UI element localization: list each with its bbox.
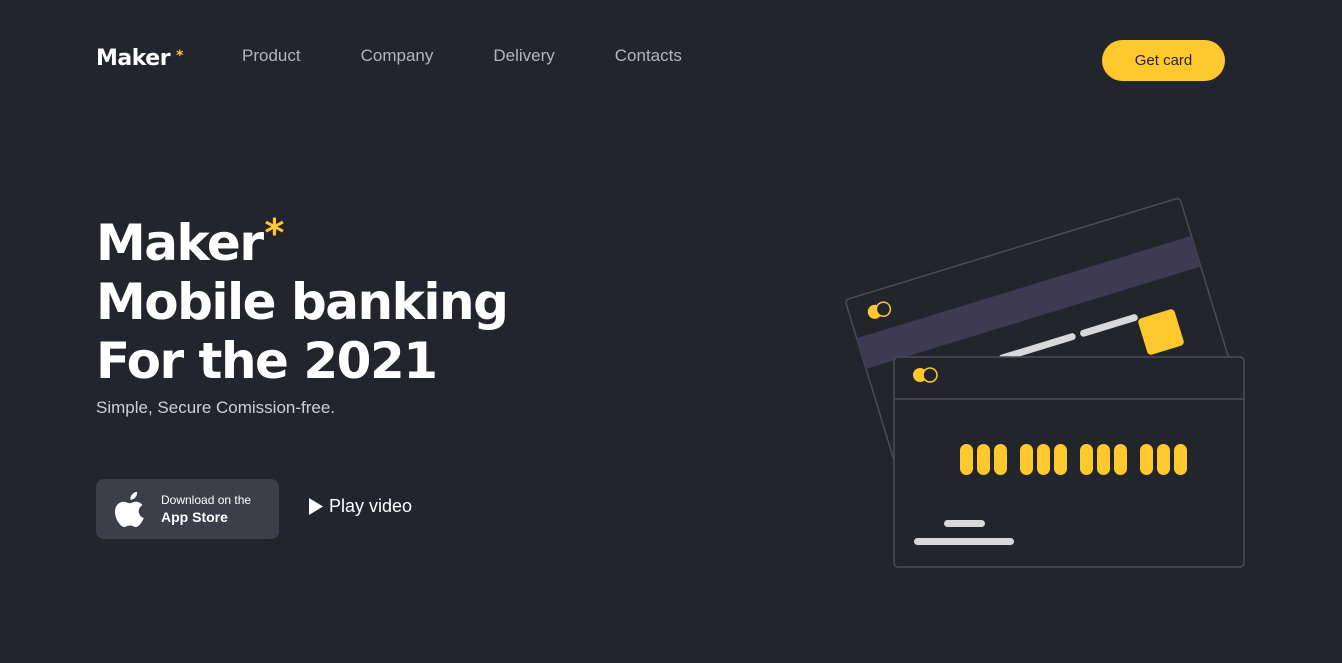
- nav-company[interactable]: Company: [361, 46, 434, 66]
- app-store-button[interactable]: Download on the App Store: [96, 479, 279, 539]
- get-card-button[interactable]: Get card: [1102, 40, 1225, 81]
- nav-contacts[interactable]: Contacts: [615, 46, 682, 66]
- logo[interactable]: Maker *: [96, 46, 183, 71]
- cards-illustration: [845, 197, 1245, 568]
- card-logo-icon: [913, 367, 938, 383]
- hero-title: Maker* Mobile banking For the 2021: [96, 204, 509, 391]
- hero-brand: Maker: [96, 214, 264, 272]
- play-video-button[interactable]: Play video: [309, 496, 412, 517]
- play-video-label: Play video: [329, 496, 413, 516]
- hero-asterisk: *: [264, 211, 284, 255]
- play-icon: [309, 498, 323, 515]
- nav-delivery[interactable]: Delivery: [493, 46, 554, 66]
- hero-title-line-2: Mobile banking: [96, 273, 509, 331]
- hero-title-line-3: For the 2021: [96, 332, 438, 390]
- app-store-caption: Download on the: [161, 493, 252, 507]
- app-store-label: App Store: [161, 509, 228, 525]
- logo-text: Maker: [96, 46, 171, 71]
- front-card: [893, 356, 1245, 568]
- nav-product[interactable]: Product: [242, 46, 301, 66]
- logo-asterisk: *: [176, 48, 183, 64]
- hero-subtitle: Simple, Secure Comission-free.: [96, 398, 336, 417]
- hero-title-line-1: Maker*: [96, 204, 507, 273]
- apple-icon: [114, 491, 144, 527]
- main-nav: Product Company Delivery Contacts: [242, 46, 742, 66]
